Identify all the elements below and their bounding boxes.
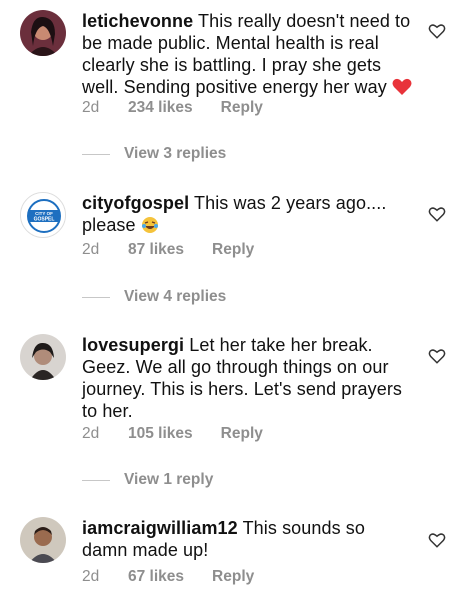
avatar[interactable] bbox=[20, 517, 66, 563]
reply-button[interactable]: Reply bbox=[212, 568, 254, 586]
avatar[interactable] bbox=[20, 10, 66, 56]
like-heart-icon[interactable] bbox=[428, 531, 446, 549]
red-heart-emoji-icon bbox=[392, 78, 412, 101]
view-replies-button[interactable]: View 3 replies bbox=[82, 145, 226, 163]
comment-meta: 2d 67 likes Reply bbox=[82, 568, 254, 586]
avatar[interactable]: CITY OF GOSPEL bbox=[20, 192, 66, 238]
comment-age: 2d bbox=[82, 241, 100, 258]
likes-count[interactable]: 234 likes bbox=[128, 99, 193, 117]
username[interactable]: letichevonne bbox=[82, 11, 193, 31]
reply-button[interactable]: Reply bbox=[221, 99, 263, 117]
like-heart-icon[interactable] bbox=[428, 22, 446, 40]
like-heart-icon[interactable] bbox=[428, 347, 446, 365]
comment-text: lovesupergi Let her take her break. Geez… bbox=[82, 334, 412, 422]
like-heart-icon[interactable] bbox=[428, 205, 446, 223]
comment-meta: 2d 87 likes Reply bbox=[82, 241, 254, 259]
username[interactable]: cityofgospel bbox=[82, 193, 189, 213]
laughing-tears-emoji-icon bbox=[141, 216, 159, 239]
likes-count[interactable]: 87 likes bbox=[128, 241, 184, 259]
divider-line bbox=[82, 479, 110, 481]
view-replies-button[interactable]: View 4 replies bbox=[82, 288, 226, 306]
likes-count[interactable]: 67 likes bbox=[128, 568, 184, 586]
view-replies-label: View 4 replies bbox=[124, 288, 227, 305]
comment-meta: 2d 234 likes Reply bbox=[82, 99, 263, 117]
likes-count[interactable]: 105 likes bbox=[128, 425, 193, 443]
divider-line bbox=[82, 153, 110, 155]
view-replies-label: View 1 reply bbox=[124, 471, 214, 488]
divider-line bbox=[82, 296, 110, 298]
comment-text: letichevonne This really doesn't need to… bbox=[82, 10, 412, 101]
view-replies-label: View 3 replies bbox=[124, 145, 227, 162]
username[interactable]: iamcraigwilliam12 bbox=[82, 518, 238, 538]
logo-text-bottom: GOSPEL bbox=[34, 217, 55, 223]
comment-age: 2d bbox=[82, 568, 100, 585]
reply-button[interactable]: Reply bbox=[212, 241, 254, 259]
comment-age: 2d bbox=[82, 99, 100, 116]
view-replies-button[interactable]: View 1 reply bbox=[82, 471, 213, 489]
username[interactable]: lovesupergi bbox=[82, 335, 184, 355]
comment-text: cityofgospel This was 2 years ago.... pl… bbox=[82, 192, 412, 239]
reply-button[interactable]: Reply bbox=[221, 425, 263, 443]
comment-meta: 2d 105 likes Reply bbox=[82, 425, 263, 443]
logo-text-top: CITY OF bbox=[35, 211, 53, 216]
avatar[interactable] bbox=[20, 334, 66, 380]
comment-age: 2d bbox=[82, 425, 100, 442]
comment-text: iamcraigwilliam12 This sounds so damn ma… bbox=[82, 517, 412, 561]
